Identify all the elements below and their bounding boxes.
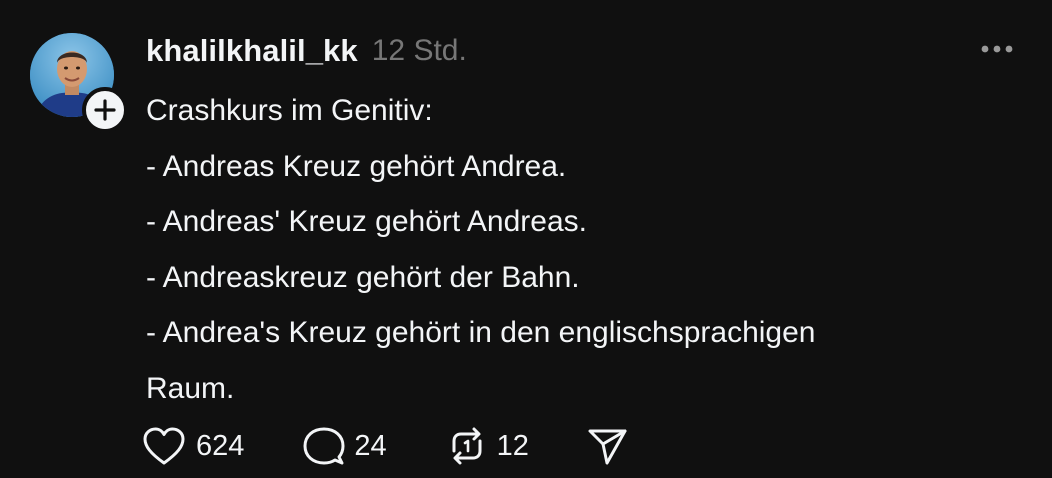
action-bar: 624 24 12 xyxy=(140,422,629,470)
post-text-line: Raum. xyxy=(146,371,235,405)
post-text: Crashkurs im Genitiv: - Andreas Kreuz ge… xyxy=(146,83,1026,416)
repost-icon xyxy=(452,427,482,465)
like-button[interactable]: 624 xyxy=(140,424,244,468)
plus-icon xyxy=(94,99,116,121)
more-horizontal-icon xyxy=(981,45,1013,53)
post-header: khalilkhalil_kk 12 Std. xyxy=(146,30,467,72)
post-text-line: - Andrea's Kreuz gehört in den englischs… xyxy=(146,316,816,349)
avatar-container[interactable] xyxy=(30,33,128,133)
reply-count: 24 xyxy=(354,429,387,462)
post-text-line: - Andreaskreuz gehört der Bahn. xyxy=(146,260,580,294)
heart-icon xyxy=(143,427,185,465)
follow-button[interactable] xyxy=(82,87,128,133)
send-icon xyxy=(588,429,627,465)
post-text-line: - Andreas Kreuz gehört Andrea. xyxy=(146,149,567,183)
repost-button[interactable]: 12 xyxy=(445,424,529,468)
repost-count: 12 xyxy=(496,429,529,462)
reply-button[interactable]: 24 xyxy=(302,424,387,468)
thread-post: khalilkhalil_kk 12 Std. Crashkurs im Gen… xyxy=(0,0,1052,478)
post-timestamp[interactable]: 12 Std. xyxy=(372,34,467,68)
more-options-button[interactable] xyxy=(976,36,1022,62)
share-button[interactable] xyxy=(585,424,629,468)
comment-icon xyxy=(303,427,345,465)
username[interactable]: khalilkhalil_kk xyxy=(146,33,358,69)
like-count: 624 xyxy=(196,429,245,462)
post-text-line: Crashkurs im Genitiv: xyxy=(146,94,433,127)
post-text-line: - Andreas' Kreuz gehört Andreas. xyxy=(146,205,587,238)
